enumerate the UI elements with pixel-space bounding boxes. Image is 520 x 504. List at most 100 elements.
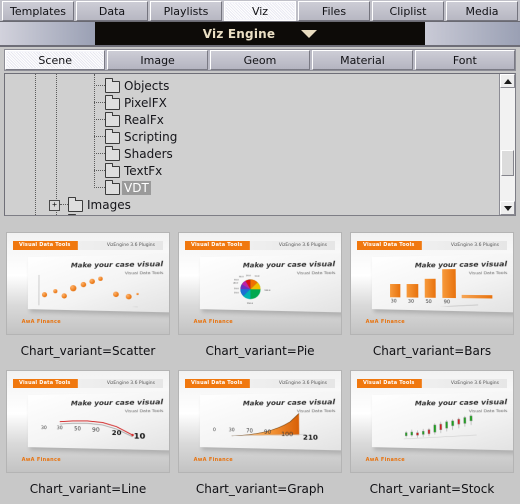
bar-plot: 30 30 50 90 (378, 272, 509, 308)
tree-vertical-scrollbar[interactable] (499, 74, 515, 215)
scene-thumbnail-grid: Visual Data Tools VizEngine 3.6 Plugins … (0, 228, 520, 500)
pie-label: 20.0 (246, 275, 252, 277)
tab-templates[interactable]: Templates (2, 1, 74, 21)
scene-tree[interactable]: Objects PixelFX RealFx Scripting Shaders (5, 74, 499, 215)
thumbnail-banner: Visual Data Tools VizEngine 3.6 Plugins (13, 379, 163, 388)
pie-label: 100.0 (264, 290, 271, 292)
banner-subtitle: VizEngine 3.6 Plugins (451, 241, 499, 250)
scene-thumbnail-scatter[interactable]: Visual Data Tools VizEngine 3.6 Plugins … (6, 232, 170, 335)
scatter-axes (34, 272, 165, 308)
pie-plot: 30.0 20.0 10.0 30.0 40.0 20.0 20.0 100.0… (206, 272, 337, 308)
chart-card: Make your case visual Visual Data Tools (200, 254, 342, 313)
banner-title: Visual Data Tools (363, 241, 415, 250)
tab-data[interactable]: Data (76, 1, 148, 21)
tree-item-label: VDT (122, 181, 151, 195)
scene-thumbnail-bars[interactable]: Visual Data Tools VizEngine 3.6 Plugins … (350, 232, 514, 335)
line-plot: 30 30 50 90 20 10 (34, 410, 165, 446)
tab-material[interactable]: Material (312, 50, 412, 70)
tree-item-shaders[interactable]: Shaders (5, 145, 499, 162)
tab-geom[interactable]: Geom (210, 50, 310, 70)
thumbnail-banner: Visual Data Tools VizEngine 3.6 Plugins (357, 379, 507, 388)
banner-title: Visual Data Tools (19, 379, 71, 388)
thumbnail-cell-stock: Visual Data Tools VizEngine 3.6 Plugins … (350, 370, 514, 504)
chart-footer-logo: AwA Finance (194, 457, 233, 463)
chart-footer-logo: AwA Finance (366, 457, 405, 463)
tab-font[interactable]: Font (415, 50, 515, 70)
engine-selector[interactable]: Viz Engine (95, 22, 425, 45)
scene-thumbnail-line[interactable]: Visual Data Tools VizEngine 3.6 Plugins … (6, 370, 170, 473)
axis-label: 90 (264, 429, 271, 435)
tab-playlists[interactable]: Playlists (150, 1, 222, 21)
expand-icon[interactable]: + (49, 200, 60, 211)
chart-footer-logo: AwA Finance (22, 457, 61, 463)
tree-item-label: Shaders (124, 147, 173, 161)
banner-title: Visual Data Tools (19, 241, 71, 250)
tree-item-textfx[interactable]: TextFx (5, 162, 499, 179)
banner-title: Visual Data Tools (191, 379, 243, 388)
axis-label: 10 (134, 432, 146, 441)
tab-media[interactable]: Media (446, 1, 518, 21)
banner-subtitle: VizEngine 3.6 Plugins (279, 379, 327, 388)
engine-bar-left-gradient (0, 22, 95, 45)
tree-item-vdt[interactable]: VDT (5, 179, 499, 196)
engine-selector-bar: Viz Engine (0, 22, 520, 47)
pie-svg: 30.0 20.0 10.0 30.0 40.0 20.0 20.0 100.0… (206, 272, 337, 308)
scene-thumbnail-pie[interactable]: Visual Data Tools VizEngine 3.6 Plugins … (178, 232, 342, 335)
tree-item-label: TextFx (124, 164, 162, 178)
tree-item-objects[interactable]: Objects (5, 77, 499, 94)
tab-label: Files (322, 5, 346, 18)
banner-title: Visual Data Tools (363, 379, 415, 388)
thumbnail-caption: Chart_variant=Graph (196, 482, 324, 496)
pie-label: 10.0 (255, 276, 261, 278)
chart-footer-logo: AwA Finance (22, 319, 61, 325)
scrollbar-thumb[interactable] (501, 150, 514, 176)
tree-item-images[interactable]: + Images (5, 196, 499, 213)
scroll-down-button[interactable] (500, 201, 515, 215)
tagline: Make your case visual (415, 398, 507, 408)
tab-label: Data (99, 5, 125, 18)
tab-scene[interactable]: Scene (5, 50, 105, 70)
tagline: Make your case visual (71, 398, 163, 408)
pie-label: 40.0 (233, 283, 238, 285)
tagline: Make your case visual (71, 260, 163, 270)
bar-axes (378, 272, 509, 308)
tab-label: Scene (38, 54, 72, 67)
tab-cliplist[interactable]: Cliplist (372, 1, 444, 21)
thumbnail-cell-graph: Visual Data Tools VizEngine 3.6 Plugins … (178, 370, 342, 504)
scene-thumbnail-graph[interactable]: Visual Data Tools VizEngine 3.6 Plugins … (178, 370, 342, 473)
tab-files[interactable]: Files (298, 1, 370, 21)
main-tab-bar: Templates Data Playlists Viz Files Clipl… (0, 0, 520, 22)
thumbnail-banner: Visual Data Tools VizEngine 3.6 Plugins (13, 241, 163, 250)
tab-label: Playlists (164, 5, 209, 18)
asset-type-tab-bar: Scene Image Geom Material Font (4, 49, 516, 71)
expander-glyph: + (52, 200, 57, 209)
axis-label: 210 (303, 434, 318, 442)
tab-label: Viz (252, 5, 268, 18)
pie-label: 20.0 (234, 292, 239, 294)
axis-label: 30 (41, 426, 47, 431)
tree-item-label: Scripting (124, 130, 177, 144)
tree-item-liberovision[interactable]: + LiberoVision (5, 213, 499, 215)
thumbnail-cell-scatter: Visual Data Tools VizEngine 3.6 Plugins … (6, 232, 170, 366)
tree-item-realfx[interactable]: RealFx (5, 111, 499, 128)
tab-label: Font (453, 54, 477, 67)
scroll-up-button[interactable] (500, 74, 515, 88)
engine-name-label: Viz Engine (203, 27, 275, 41)
tree-item-label: Objects (124, 79, 169, 93)
pie-label: 150.0 (247, 303, 254, 305)
tree-item-scripting[interactable]: Scripting (5, 128, 499, 145)
scene-thumbnail-stock[interactable]: Visual Data Tools VizEngine 3.6 Plugins … (350, 370, 514, 473)
tree-item-pixelfx[interactable]: PixelFX (5, 94, 499, 111)
scroll-down-icon (504, 206, 512, 211)
thumbnail-cell-pie: Visual Data Tools VizEngine 3.6 Plugins … (178, 232, 342, 366)
scrollbar-track[interactable] (500, 88, 515, 201)
pie-label: 30.0 (239, 276, 244, 278)
axis-label: 30 (57, 426, 63, 431)
thumbnail-caption: Chart_variant=Pie (205, 344, 314, 358)
chevron-down-icon[interactable] (301, 30, 317, 38)
chart-card: Make your case visual Visual Data Tools … (372, 254, 514, 313)
tab-image[interactable]: Image (107, 50, 207, 70)
tagline: Make your case visual (415, 260, 507, 270)
chart-footer-logo: AwA Finance (366, 319, 405, 325)
tab-viz[interactable]: Viz (224, 1, 296, 21)
